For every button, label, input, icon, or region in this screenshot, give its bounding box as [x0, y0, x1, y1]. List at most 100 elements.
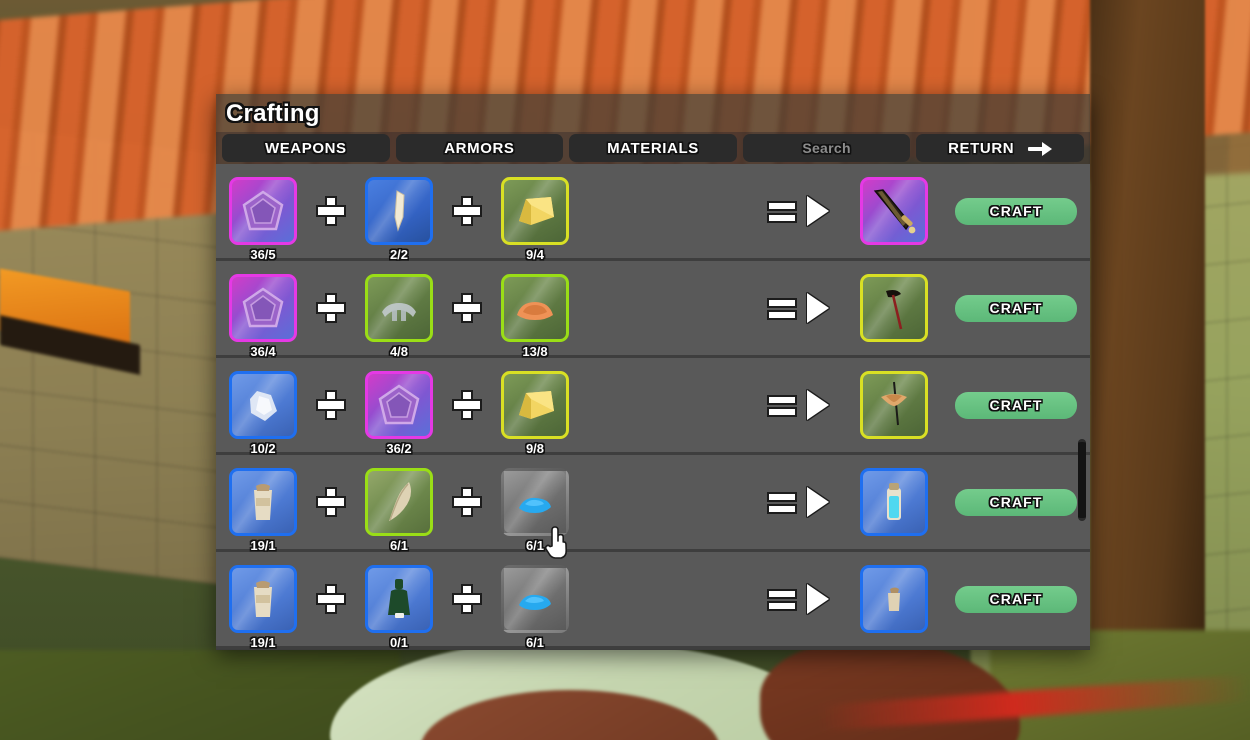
white-fang-icon[interactable]	[365, 177, 433, 245]
orange-shell-icon[interactable]	[501, 274, 569, 342]
purple-gem-icon[interactable]	[229, 177, 297, 245]
ingredient-slot[interactable]: 10/2	[224, 371, 302, 456]
search-input[interactable]: Search	[742, 134, 911, 162]
recipe-row[interactable]: 36/4 4/8 13/8 CRAFT	[216, 261, 1090, 359]
craft-action: CRAFT	[942, 294, 1090, 322]
ingredient-count: 0/1	[389, 635, 409, 650]
return-button[interactable]: RETURN	[916, 134, 1084, 162]
ingredient-count: 19/1	[250, 538, 276, 553]
ingredient-slot[interactable]: 19/1	[224, 565, 302, 650]
ingredient-count: 10/2	[250, 441, 276, 456]
tab-armors-label: ARMORS	[444, 139, 515, 157]
plus-icon	[302, 565, 360, 633]
blue-slime-icon[interactable]	[501, 565, 569, 633]
craft-button[interactable]: CRAFT	[955, 585, 1077, 613]
blue-slime-glyph	[519, 497, 551, 513]
ingredient-count: 2/2	[389, 247, 409, 262]
vertical-scrollbar[interactable]	[1076, 164, 1088, 650]
plus-icon	[302, 274, 360, 342]
orange-shell-glyph	[517, 302, 553, 320]
craft-action: CRAFT	[942, 197, 1090, 225]
craft-action: CRAFT	[942, 585, 1090, 613]
recipe-row[interactable]: 19/1 6/1 6/1 CRAFT	[216, 455, 1090, 553]
result-slot[interactable]	[846, 468, 942, 536]
tab-armors[interactable]: ARMORS	[395, 134, 564, 162]
paper-bag-glyph	[254, 484, 272, 520]
dark-sword-glyph	[873, 189, 916, 234]
recipe-list: 36/5 2/2 9/4 CRAFT 36/4 4/8 13/8 CRAFT 1…	[216, 164, 1090, 650]
ingredient-slot[interactable]: 0/1	[360, 565, 438, 650]
ingredient-count: 6/1	[389, 538, 409, 553]
ingredient-slot[interactable]: 19/1	[224, 468, 302, 553]
spear-icon[interactable]	[860, 371, 928, 439]
green-bottle-icon[interactable]	[365, 565, 433, 633]
ingredient-slot[interactable]: 9/8	[496, 371, 574, 456]
scythe-glyph	[886, 290, 903, 330]
equals-arrow-icon	[754, 468, 846, 536]
crafting-panel: Crafting WEAPONS ARMORS MATERIALS Search…	[216, 94, 1090, 650]
purple-gem-icon[interactable]	[365, 371, 433, 439]
craft-button-label: CRAFT	[989, 397, 1043, 413]
gold-ingot-icon[interactable]	[501, 371, 569, 439]
ingredient-count: 9/4	[525, 247, 545, 262]
craft-button[interactable]: CRAFT	[955, 391, 1077, 419]
purple-gem-icon[interactable]	[229, 274, 297, 342]
ingredient-count: 4/8	[389, 344, 409, 359]
equals-arrow-icon	[754, 274, 846, 342]
ingredient-count: 13/8	[522, 344, 548, 359]
result-slot[interactable]	[846, 177, 942, 245]
equals-arrow-icon	[754, 177, 846, 245]
recipe-row[interactable]: 36/5 2/2 9/4 CRAFT	[216, 164, 1090, 262]
gray-bone-icon[interactable]	[365, 274, 433, 342]
small-bag-glyph	[888, 587, 900, 611]
paper-bag-icon[interactable]	[229, 565, 297, 633]
white-crystal-icon[interactable]	[229, 371, 297, 439]
feather-glyph	[389, 482, 411, 521]
ingredient-slot[interactable]: 9/4	[496, 177, 574, 262]
ingredient-slot[interactable]: 36/2	[360, 371, 438, 456]
small-bag-icon[interactable]	[860, 565, 928, 633]
blue-potion-glyph	[887, 483, 901, 520]
white-fang-glyph	[394, 190, 405, 232]
scrollbar-thumb[interactable]	[1078, 439, 1086, 521]
gold-ingot-icon[interactable]	[501, 177, 569, 245]
purple-gem-glyph	[242, 190, 284, 231]
craft-action: CRAFT	[942, 391, 1090, 419]
tab-weapons[interactable]: WEAPONS	[222, 134, 390, 162]
panel-title-bar: Crafting	[216, 94, 1090, 132]
panel-toolbar: WEAPONS ARMORS MATERIALS Search RETURN	[216, 132, 1090, 164]
craft-button[interactable]: CRAFT	[955, 488, 1077, 516]
tab-weapons-label: WEAPONS	[264, 139, 347, 157]
ingredient-count: 36/4	[250, 344, 276, 359]
ingredient-slot[interactable]: 6/1	[496, 565, 574, 650]
paper-bag-icon[interactable]	[229, 468, 297, 536]
dark-sword-icon[interactable]	[860, 177, 928, 245]
blue-potion-icon[interactable]	[860, 468, 928, 536]
craft-button[interactable]: CRAFT	[955, 197, 1077, 225]
scythe-icon[interactable]	[860, 274, 928, 342]
feather-icon[interactable]	[365, 468, 433, 536]
white-crystal-glyph	[250, 391, 277, 421]
tab-materials[interactable]: MATERIALS	[569, 134, 737, 162]
craft-button[interactable]: CRAFT	[955, 294, 1077, 322]
result-slot[interactable]	[846, 565, 942, 633]
ingredient-slot[interactable]: 36/5	[224, 177, 302, 262]
result-slot[interactable]	[846, 274, 942, 342]
ingredient-slot[interactable]: 2/2	[360, 177, 438, 262]
scene-wood-pillar	[1090, 0, 1205, 680]
purple-gem-glyph	[242, 287, 284, 328]
gold-ingot-glyph	[519, 197, 554, 225]
ingredient-slot[interactable]: 36/4	[224, 274, 302, 359]
recipe-row[interactable]: 19/1 0/1 6/1 CRAFT	[216, 552, 1090, 650]
recipe-row[interactable]: 10/2 36/2 9/8 CRAFT	[216, 358, 1090, 456]
result-slot[interactable]	[846, 371, 942, 439]
ingredient-slot[interactable]: 13/8	[496, 274, 574, 359]
hand-pointer-cursor	[544, 526, 568, 559]
return-button-label: RETURN	[948, 139, 1015, 157]
gray-bone-glyph	[382, 303, 416, 321]
ingredient-slot[interactable]: 4/8	[360, 274, 438, 359]
ingredient-count: 6/1	[525, 635, 545, 650]
ingredient-slot[interactable]: 6/1	[360, 468, 438, 553]
plus-icon	[302, 371, 360, 439]
blue-slime-icon[interactable]	[501, 468, 569, 536]
